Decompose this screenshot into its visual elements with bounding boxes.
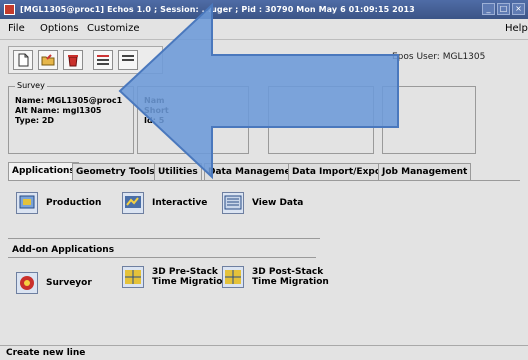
- interactive-icon: [122, 192, 144, 214]
- surveyor-button[interactable]: Surveyor: [16, 272, 92, 294]
- poststack-label-2: Time Migration: [252, 277, 329, 287]
- view-data-button[interactable]: View Data: [222, 192, 303, 214]
- menu-options[interactable]: Options: [40, 19, 79, 39]
- poststack-label-1: 3D Post-Stack: [252, 267, 324, 277]
- survey-name: Name: MGL1305@proc1: [15, 96, 123, 105]
- poststack-icon: [222, 266, 244, 288]
- tab-utilities[interactable]: Utilities: [154, 163, 202, 180]
- list-icon[interactable]: [93, 50, 113, 70]
- epos-user-label: Epos User: MGL1305: [392, 52, 486, 62]
- poststack-migration-button[interactable]: 3D Post-Stack Time Migration: [222, 266, 329, 288]
- production-icon: [16, 192, 38, 214]
- title-bar: [MGL1305@proc1] Echos 1.0 ; Session: ...…: [0, 0, 528, 19]
- app-icon: [4, 4, 15, 15]
- close-icon[interactable]: ×: [512, 3, 525, 15]
- maximize-icon[interactable]: □: [497, 3, 510, 15]
- application-window: [MGL1305@proc1] Echos 1.0 ; Session: ...…: [0, 0, 528, 360]
- menu-customize[interactable]: Customize: [87, 19, 140, 39]
- section-divider: [8, 238, 320, 239]
- project-name: Nam: [144, 96, 165, 105]
- tab-job-management[interactable]: Job Management: [378, 163, 472, 180]
- toolbar: [8, 46, 163, 74]
- survey-alt-name: Alt Name: mgl1305: [15, 106, 102, 115]
- project-id: Id: 5: [144, 116, 165, 125]
- open-folder-icon[interactable]: [38, 50, 58, 70]
- prestack-icon: [122, 266, 144, 288]
- menu-help[interactable]: Help: [505, 19, 528, 39]
- list-alt-icon[interactable]: [118, 50, 138, 70]
- project-short: Short: [144, 106, 169, 115]
- status-bar: Create new line: [0, 345, 528, 360]
- survey-box: Survey Name: MGL1305@proc1 Alt Name: mgl…: [8, 81, 134, 154]
- new-document-icon[interactable]: [13, 50, 33, 70]
- menu-file[interactable]: File: [8, 19, 25, 39]
- view-data-icon: [222, 192, 244, 214]
- survey-type: Type: 2D: [15, 116, 55, 125]
- menu-bar: File Options Customize Help: [0, 19, 528, 40]
- tab-geometry-tools[interactable]: Geometry Tools: [72, 163, 159, 180]
- project-box: Nam Short Id: 5: [137, 86, 249, 154]
- production-button[interactable]: Production: [16, 192, 101, 214]
- prestack-label-1: 3D Pre-Stack: [152, 267, 218, 277]
- surveyor-icon: [16, 272, 38, 294]
- interactive-label: Interactive: [152, 198, 208, 208]
- interactive-button[interactable]: Interactive: [122, 192, 207, 214]
- production-label: Production: [46, 198, 102, 208]
- window-controls: _ □ ×: [482, 3, 525, 15]
- addon-divider: [8, 257, 316, 258]
- surveyor-label: Surveyor: [46, 278, 92, 288]
- info-box-4: [382, 86, 476, 154]
- window-title: [MGL1305@proc1] Echos 1.0 ; Session: ...…: [20, 5, 415, 14]
- prestack-migration-button[interactable]: 3D Pre-Stack Time Migration: [122, 266, 229, 288]
- survey-legend: Survey: [15, 81, 47, 91]
- tab-applications[interactable]: Applications: [8, 162, 79, 181]
- prestack-label-2: Time Migration: [152, 277, 229, 287]
- info-box-3: [268, 86, 374, 154]
- tab-divider: [8, 180, 520, 181]
- view-data-label: View Data: [252, 198, 304, 208]
- minimize-icon[interactable]: _: [482, 3, 495, 15]
- addon-heading: Add-on Applications: [12, 245, 115, 255]
- delete-icon[interactable]: [63, 50, 83, 70]
